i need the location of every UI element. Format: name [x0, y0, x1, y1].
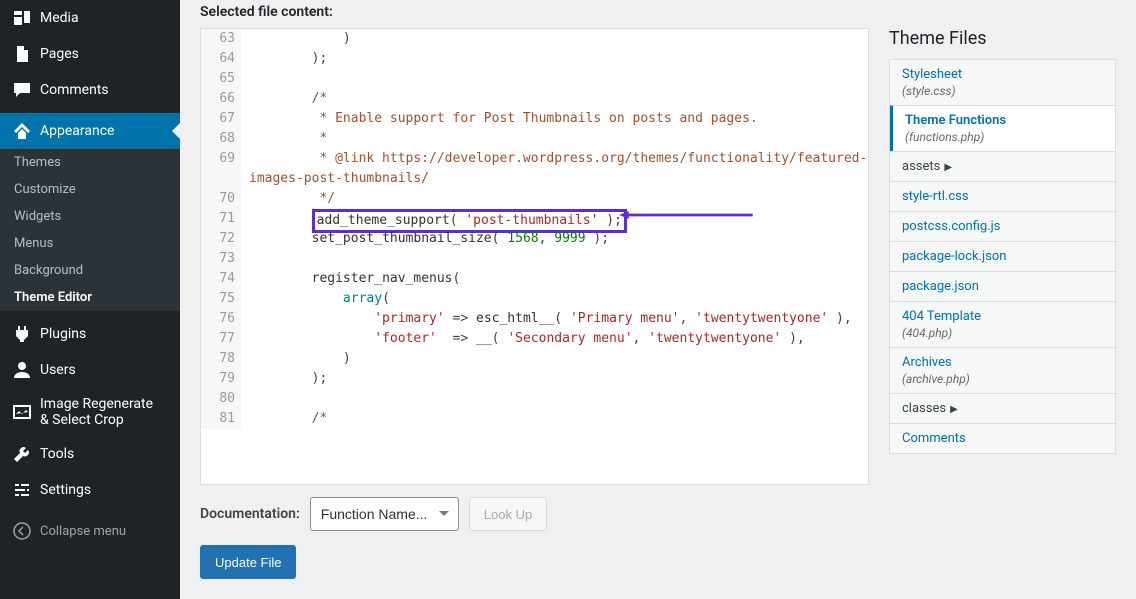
theme-file-item[interactable]: package.json	[890, 271, 1115, 301]
theme-file-item[interactable]: 404 Template(404.php)	[890, 301, 1115, 347]
menu-label: Media	[40, 10, 79, 26]
lookup-button[interactable]: Look Up	[469, 497, 547, 531]
pages-icon	[12, 44, 32, 64]
menu-media[interactable]: Media	[0, 0, 180, 36]
settings-icon	[12, 480, 32, 500]
menu-appearance[interactable]: Appearance	[0, 113, 180, 149]
submenu-theme-editor[interactable]: Theme Editor	[0, 284, 180, 311]
theme-files-heading: Theme Files	[889, 28, 1116, 49]
menu-label: Image Regenerate & Select Crop	[40, 396, 153, 428]
annotation-arrow	[586, 211, 786, 219]
theme-files-panel: Theme Files Stylesheet(style.css)Theme F…	[889, 28, 1116, 485]
documentation-select[interactable]: Function Name...	[310, 497, 459, 531]
menu-settings[interactable]: Settings	[0, 472, 180, 508]
submenu-menus[interactable]: Menus	[0, 230, 180, 257]
theme-file-item[interactable]: Archives(archive.php)	[890, 347, 1115, 393]
media-icon	[12, 8, 32, 28]
tools-icon	[12, 444, 32, 464]
comments-icon	[12, 80, 32, 100]
plugins-icon	[12, 324, 32, 344]
theme-file-item[interactable]: classes▶	[890, 393, 1115, 423]
users-icon	[12, 360, 32, 380]
theme-files-list[interactable]: Stylesheet(style.css)Theme Functions(fun…	[889, 59, 1116, 454]
theme-file-item[interactable]: Comments	[890, 423, 1115, 453]
code-content[interactable]: ) ); /* * Enable support for Post Thumbn…	[241, 29, 868, 429]
menu-label: Plugins	[40, 326, 86, 342]
menu-pages[interactable]: Pages	[0, 36, 180, 72]
menu-label: Comments	[40, 82, 109, 98]
theme-file-item[interactable]: style-rtl.css	[890, 181, 1115, 211]
admin-sidebar: Media Pages Comments Appearance Themes C…	[0, 0, 180, 599]
collapse-menu[interactable]: Collapse menu	[0, 513, 180, 549]
menu-comments[interactable]: Comments	[0, 72, 180, 108]
appearance-submenu: Themes Customize Widgets Menus Backgroun…	[0, 149, 180, 311]
menu-plugins[interactable]: Plugins	[0, 316, 180, 352]
documentation-label: Documentation:	[200, 506, 300, 522]
content-heading: Selected file content:	[200, 4, 333, 20]
line-gutter: 63646566676869707172737475767778798081	[201, 29, 241, 429]
submenu-themes[interactable]: Themes	[0, 149, 180, 176]
appearance-icon	[12, 121, 32, 141]
theme-file-item[interactable]: package-lock.json	[890, 241, 1115, 271]
menu-label: Appearance	[40, 123, 114, 139]
submenu-customize[interactable]: Customize	[0, 176, 180, 203]
menu-label: Tools	[40, 446, 74, 462]
menu-image-regenerate[interactable]: Image Regenerate & Select Crop	[0, 388, 180, 436]
main-content: Selected file content: 63646566676869707…	[180, 0, 1136, 599]
menu-users[interactable]: Users	[0, 352, 180, 388]
code-editor[interactable]: 63646566676869707172737475767778798081 )…	[200, 28, 869, 485]
documentation-row: Documentation: Function Name... Look Up	[200, 497, 1116, 531]
image-regenerate-icon	[12, 402, 32, 422]
menu-tools[interactable]: Tools	[0, 436, 180, 472]
submenu-background[interactable]: Background	[0, 257, 180, 284]
theme-file-item[interactable]: postcss.config.js	[890, 211, 1115, 241]
theme-file-item[interactable]: Stylesheet(style.css)	[890, 60, 1115, 105]
theme-file-item[interactable]: Theme Functions(functions.php)	[889, 105, 1115, 151]
menu-label: Settings	[40, 482, 91, 498]
update-file-button[interactable]: Update File	[200, 545, 296, 579]
menu-label: Users	[40, 362, 76, 378]
submenu-widgets[interactable]: Widgets	[0, 203, 180, 230]
menu-label: Pages	[40, 46, 79, 62]
collapse-label: Collapse menu	[40, 524, 126, 539]
theme-file-item[interactable]: assets▶	[890, 151, 1115, 181]
collapse-icon	[12, 521, 32, 541]
